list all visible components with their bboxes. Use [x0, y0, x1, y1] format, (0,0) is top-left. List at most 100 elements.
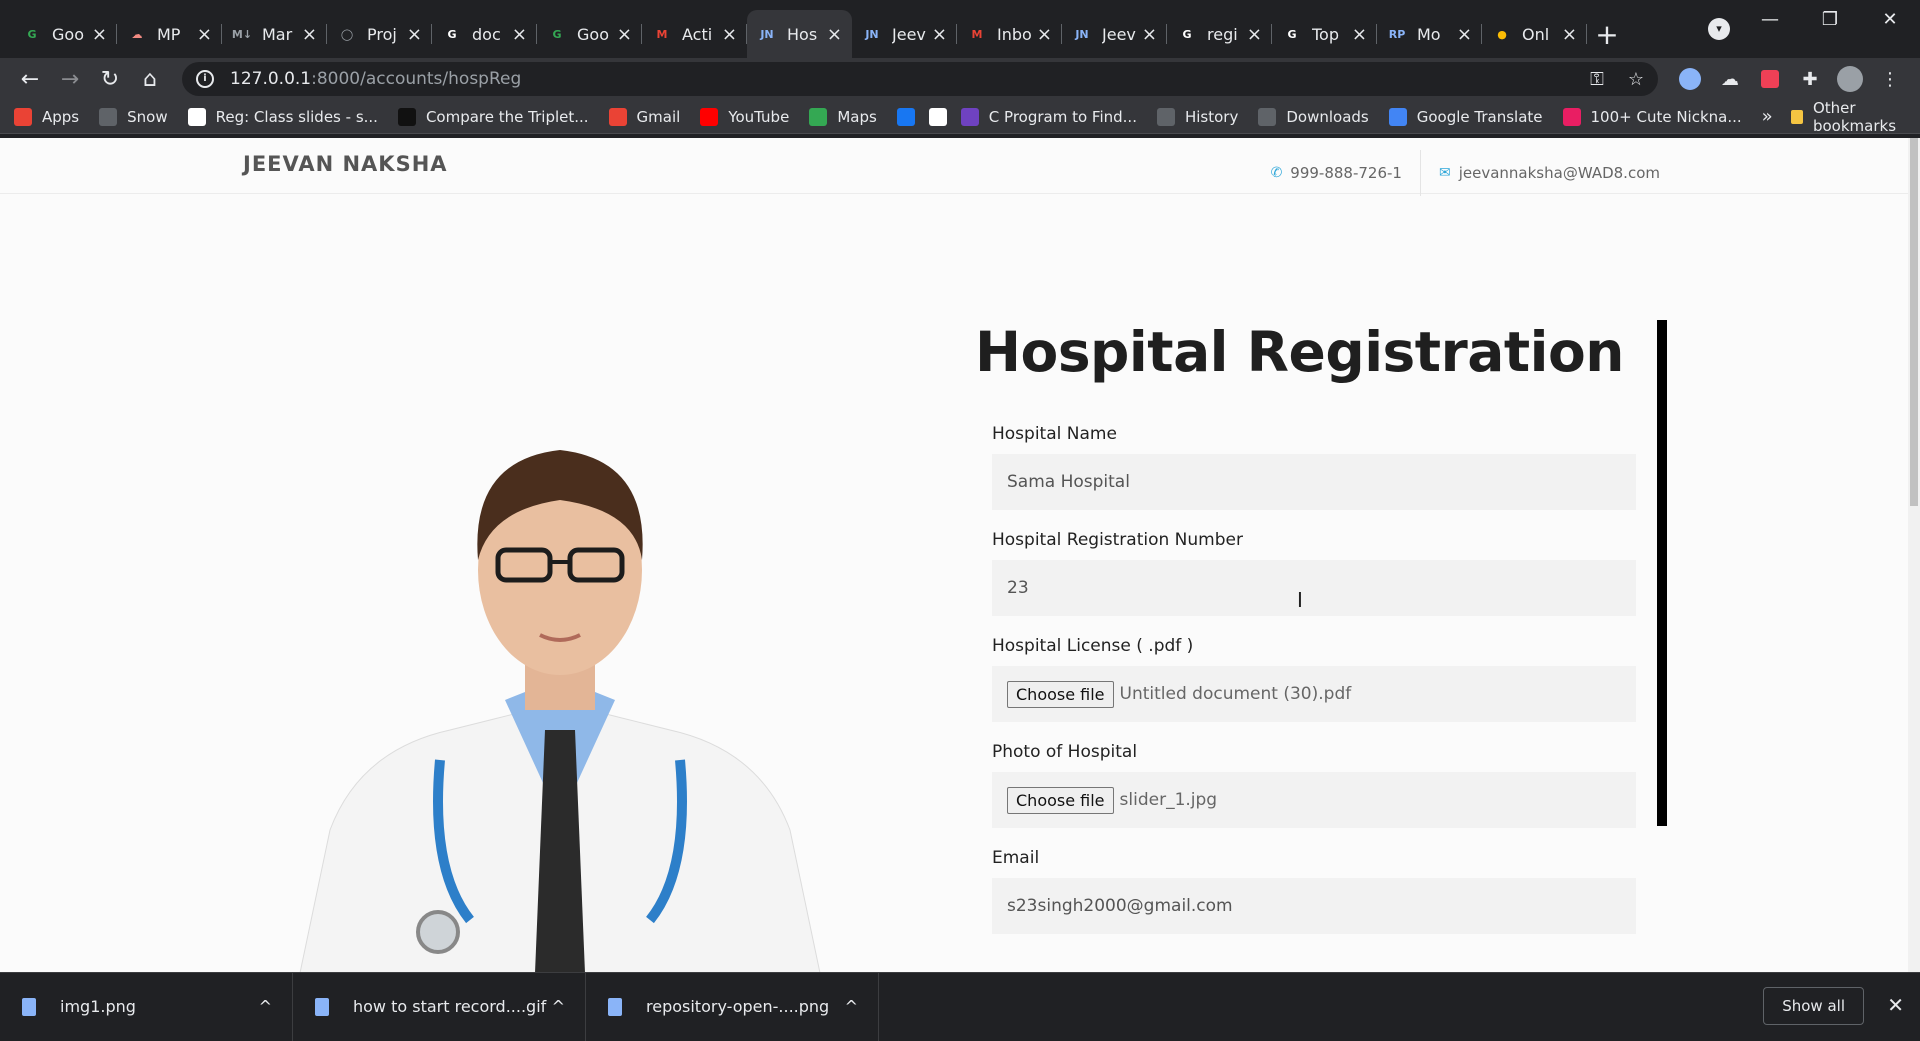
bookmark-item[interactable]: 100+ Cute Nickna...	[1562, 107, 1742, 126]
page-content: JEEVAN NAKSHA ✆ 999-888-726-1 ✉ jeevannaks…	[0, 138, 1920, 973]
tab-close-icon[interactable]: ×	[617, 24, 632, 45]
bookmark-item[interactable]	[896, 107, 915, 126]
back-icon[interactable]: ←	[10, 61, 50, 97]
reload-icon[interactable]: ↻	[90, 61, 130, 97]
profile-avatar[interactable]	[1830, 61, 1870, 97]
tab-search-icon[interactable]: ▾	[1708, 18, 1730, 40]
browser-tab[interactable]: Gregi ×	[1167, 10, 1272, 58]
bookmark-item[interactable]: YouTube	[700, 107, 789, 126]
photo-choose-file-button[interactable]: Choose file	[1007, 786, 1114, 814]
page-title: Hospital Registration	[975, 320, 1624, 384]
other-bookmarks[interactable]: Other bookmarks	[1790, 99, 1902, 135]
pocket-extension-icon[interactable]	[1750, 61, 1790, 97]
tab-close-icon[interactable]: ×	[1562, 24, 1577, 45]
tab-close-icon[interactable]: ×	[932, 24, 947, 45]
bookmark-item[interactable]: Compare the Triplet...	[397, 107, 589, 126]
tab-close-icon[interactable]: ×	[722, 24, 737, 45]
license-file-input[interactable]: Choose file Untitled document (30).pdf	[992, 666, 1636, 722]
tab-close-icon[interactable]: ×	[1352, 24, 1367, 45]
tab-close-icon[interactable]: ×	[1037, 24, 1052, 45]
tab-title: Jeev	[1102, 24, 1136, 44]
bookmark-item[interactable]: Apps	[14, 107, 80, 126]
show-all-downloads-button[interactable]: Show all	[1763, 987, 1864, 1025]
home-icon[interactable]: ⌂	[130, 61, 170, 97]
email-input[interactable]: s23singh2000@gmail.com	[992, 878, 1636, 934]
tab-close-icon[interactable]: ×	[92, 24, 107, 45]
bookmark-label: Apps	[42, 107, 80, 126]
browser-tab[interactable]: ● Onl ×	[1482, 10, 1587, 58]
browser-tab[interactable]: M↓ Mar ×	[222, 10, 327, 58]
license-choose-file-button[interactable]: Choose file	[1007, 680, 1114, 708]
chevron-up-icon[interactable]: ^	[845, 997, 858, 1016]
tab-close-icon[interactable]: ×	[407, 24, 422, 45]
folder-icon	[1790, 109, 1803, 124]
tab-close-icon[interactable]: ×	[197, 24, 212, 45]
tab-close-icon[interactable]: ×	[1142, 24, 1157, 45]
close-downloads-icon[interactable]: ✕	[1887, 993, 1904, 1017]
hospital-name-input[interactable]: Sama Hospital	[992, 454, 1636, 510]
browser-tab[interactable]: ◯ Proj ×	[327, 10, 432, 58]
tab-close-icon[interactable]: ×	[827, 24, 842, 45]
bookmark-label: C Program to Find...	[988, 107, 1137, 126]
new-tab-button[interactable]: +	[1587, 10, 1627, 58]
bookmark-item[interactable]: Google Translate	[1388, 107, 1543, 126]
download-item[interactable]: repository-open-....png ^	[586, 972, 879, 1041]
browser-tab[interactable]: G Top ×	[1272, 10, 1377, 58]
tab-title: Mar	[262, 24, 293, 44]
scrollbar-thumb[interactable]	[1910, 138, 1918, 506]
tab-close-icon[interactable]: ×	[302, 24, 317, 45]
bookmark-item[interactable]: Maps	[809, 107, 877, 126]
tab-close-icon[interactable]: ×	[1247, 24, 1262, 45]
extension-icon[interactable]	[1670, 61, 1710, 97]
star-icon[interactable]: ☆	[1628, 69, 1644, 90]
browser-tab[interactable]: JN Jeev ×	[852, 10, 957, 58]
tab-title: Top	[1312, 24, 1339, 44]
hackerrank-icon	[397, 107, 416, 126]
site-brand[interactable]: JEEVAN NAKSHA	[243, 152, 448, 176]
photo-file-input[interactable]: Choose file slider_1.jpg	[992, 772, 1636, 828]
address-bar[interactable]: i 127.0.0.1:8000/accounts/hospReg ⚿ ☆	[182, 62, 1658, 96]
chevron-up-icon[interactable]: ^	[259, 997, 272, 1016]
reg-number-input[interactable]: 23	[992, 560, 1636, 616]
tab-title: Proj	[367, 24, 397, 44]
bookmark-item[interactable]: Reg: Class slides - s...	[187, 107, 378, 126]
bookmarks-overflow-icon[interactable]: »	[1762, 106, 1773, 127]
minimize-icon[interactable]: —	[1740, 0, 1800, 40]
tab-close-icon[interactable]: ×	[1457, 24, 1472, 45]
tab-close-icon[interactable]: ×	[512, 24, 527, 45]
chevron-up-icon[interactable]: ^	[552, 997, 565, 1016]
bookmark-item[interactable]: Snow	[99, 107, 168, 126]
key-icon[interactable]: ⚿	[1590, 69, 1604, 90]
download-item[interactable]: how to start record....gif ^	[293, 972, 586, 1041]
browser-tab[interactable]: M Acti ×	[642, 10, 747, 58]
bookmark-label: Compare the Triplet...	[425, 107, 589, 126]
close-window-icon[interactable]: ✕	[1860, 0, 1920, 40]
phone-number: 999-888-726-1	[1290, 164, 1402, 182]
bookmark-item[interactable]: C Program to Find...	[960, 107, 1137, 126]
tab-title: Acti	[682, 24, 713, 44]
browser-tab[interactable]: Gdoc ×	[432, 10, 537, 58]
page-scrollbar[interactable]	[1908, 138, 1920, 973]
restore-icon[interactable]: ❐	[1800, 0, 1860, 40]
browser-tab[interactable]: RP Mo ×	[1377, 10, 1482, 58]
bookmark-item[interactable]: Downloads	[1258, 107, 1369, 126]
tab-favicon-icon: G	[447, 27, 457, 41]
bookmark-label: Downloads	[1286, 107, 1369, 126]
browser-tab[interactable]: JN Jeev ×	[1062, 10, 1167, 58]
browser-tab[interactable]: M Inbo ×	[957, 10, 1062, 58]
browser-tab[interactable]: G Goo ×	[537, 10, 642, 58]
browser-tab[interactable]: ☁ MP ×	[117, 10, 222, 58]
bookmark-item[interactable]	[928, 107, 947, 126]
cloud-extension-icon[interactable]: ☁	[1710, 61, 1750, 97]
menu-icon[interactable]: ⋮	[1870, 61, 1910, 97]
bookmark-item[interactable]: History	[1156, 107, 1238, 126]
window-controls: — ❐ ✕	[1740, 0, 1920, 40]
download-item[interactable]: img1.png ^	[0, 972, 293, 1041]
forward-icon[interactable]: →	[50, 61, 90, 97]
puzzle-icon[interactable]: ✚	[1790, 61, 1830, 97]
bookmark-label: Gmail	[636, 107, 681, 126]
browser-tab[interactable]: JN Hos ×	[747, 10, 852, 58]
site-info-icon[interactable]: i	[196, 70, 214, 88]
browser-tab[interactable]: G Goo ×	[12, 10, 117, 58]
bookmark-item[interactable]: Gmail	[608, 107, 681, 126]
